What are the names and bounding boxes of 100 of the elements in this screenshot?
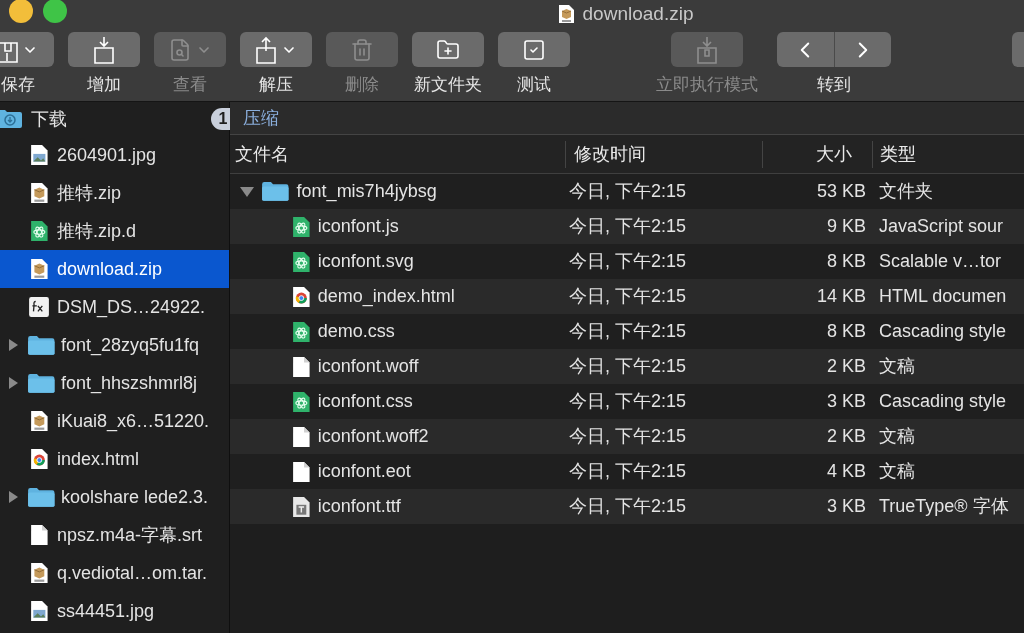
atom-file-icon: [292, 250, 311, 273]
size-cell-text: 9 KB: [825, 215, 867, 238]
sidebar-item[interactable]: font_hhszshmrl8j: [0, 364, 229, 402]
back-button[interactable]: [777, 32, 835, 67]
sidebar-item[interactable]: index.html: [0, 440, 229, 478]
atom-file-icon: [292, 390, 311, 413]
table-row[interactable]: iconfont.js 今日, 下午2:15 9 KB JavaScript sour: [230, 209, 1024, 244]
forward-button[interactable]: [834, 32, 891, 67]
table-row[interactable]: demo_index.html 今日, 下午2:15 14 KB HTML documen: [230, 279, 1024, 314]
trash-icon: [350, 37, 374, 62]
type-cell-text: 文件夹: [878, 180, 934, 203]
toolbar-button[interactable]: [68, 32, 140, 67]
sidebar-item[interactable]: 推特.zip.d: [0, 212, 229, 250]
folder-icon: [26, 486, 56, 508]
file-name: q.vediotal…om.tar.: [57, 561, 208, 585]
archive-file-icon: [29, 562, 49, 584]
file-name: iconfont.ttf: [317, 495, 401, 518]
file-name: download.zip: [57, 257, 163, 281]
new-folder-icon: [436, 37, 460, 62]
size-cell-text: 3 KB: [825, 495, 867, 518]
table-row[interactable]: iconfont.ttf 今日, 下午2:15 3 KB TrueType® 字体: [230, 489, 1024, 524]
box-in-icon: [696, 35, 718, 64]
sidebar-item[interactable]: q.vediotal…om.tar.: [0, 554, 229, 592]
sidebar-item[interactable]: koolshare lede2.3.: [0, 478, 229, 516]
file-name: iconfont.woff2: [317, 425, 429, 448]
type-cell-text: JavaScript sour: [878, 215, 1005, 238]
toolbar-label: 测试: [517, 74, 551, 96]
modified-cell-text: 今日, 下午2:15: [568, 460, 688, 483]
disclosure-triangle-icon[interactable]: [7, 490, 19, 504]
sidebar-item[interactable]: npsz.m4a-字幕.srt: [0, 516, 229, 554]
type-cell-text: Cascading style: [878, 320, 1008, 343]
size-cell-text: 4 KB: [825, 460, 867, 483]
sidebar-item[interactable]: download.zip: [0, 250, 229, 288]
blank-file-icon: [292, 425, 311, 448]
sidebar-item[interactable]: font_28zyq5fu1fq: [0, 326, 229, 364]
table-row[interactable]: iconfont.woff 今日, 下午2:15 2 KB 文稿: [230, 349, 1024, 384]
size-cell-text: 8 KB: [825, 250, 867, 273]
sidebar-item[interactable]: ss44451.jpg: [0, 592, 229, 630]
file-name: iconfont.eot: [317, 460, 411, 483]
disclosure-triangle-icon[interactable]: [240, 185, 254, 198]
file-name: DSM_DS…24922.: [57, 295, 206, 320]
atom-file-icon: [292, 215, 311, 238]
sidebar-item[interactable]: 推特.zip: [0, 174, 229, 212]
column-header[interactable]: 修改时间: [565, 140, 762, 168]
file-name: iKuai8_x6…51220.: [57, 409, 210, 434]
sidebar-root-label[interactable]: 下载: [31, 105, 67, 133]
file-name: iconfont.svg: [317, 250, 414, 273]
file-name: 推特.zip: [57, 181, 121, 205]
toolbar-label: 查看: [173, 74, 207, 96]
type-cell-text: 文稿: [878, 425, 916, 448]
path-crumb[interactable]: 压缩: [243, 104, 279, 132]
sidebar-item[interactable]: DSM_DS…24922.: [0, 288, 229, 326]
column-header[interactable]: 类型: [872, 140, 1024, 168]
toolbar-button[interactable]: [412, 32, 484, 67]
window-title: download.zip: [582, 1, 694, 26]
box-out-icon: [255, 35, 277, 64]
zoom-light[interactable]: [43, 0, 67, 23]
toolbar-label: 转到: [817, 74, 851, 96]
size-cell-text: 3 KB: [825, 390, 867, 413]
sidebar-item[interactable]: iKuai8_x6…51220.: [0, 402, 229, 440]
file-name: ss44451.jpg: [57, 599, 155, 623]
toolbar-label: 新文件夹: [414, 74, 482, 96]
modified-cell-text: 今日, 下午2:15: [568, 425, 688, 448]
disclosure-triangle-icon[interactable]: [7, 376, 19, 390]
archive-file-icon: [557, 4, 575, 24]
modified-cell-text: 今日, 下午2:15: [568, 180, 688, 203]
toolbar-button[interactable]: [498, 32, 570, 67]
modified-cell-text: 今日, 下午2:15: [568, 390, 688, 413]
type-cell-text: TrueType® 字体: [878, 495, 1010, 518]
toolbar-button[interactable]: [0, 32, 54, 67]
file-name: iconfont.css: [317, 390, 413, 413]
column-header[interactable]: 文件名: [230, 140, 565, 168]
file-name: 推特.zip.d: [57, 219, 137, 243]
type-cell-text: 文稿: [878, 355, 916, 378]
image-file-icon: [29, 144, 49, 166]
formula-file-icon: [28, 296, 50, 318]
toolbar-label: 保存: [1, 74, 35, 96]
minimize-light[interactable]: [9, 0, 33, 23]
toolbar-label: 删除: [345, 74, 379, 96]
modified-cell-text: 今日, 下午2:15: [568, 250, 688, 273]
type-cell-text: Scalable v…tor: [878, 250, 1003, 273]
toolbar-label: 解压: [259, 74, 293, 96]
browser-file-icon: [29, 448, 49, 470]
modified-cell-text: 今日, 下午2:15: [568, 495, 688, 518]
file-name: npsz.m4a-字幕.srt: [57, 523, 203, 547]
folder-icon: [26, 334, 56, 356]
table-row[interactable]: iconfont.woff2 今日, 下午2:15 2 KB 文稿: [230, 419, 1024, 454]
file-name: demo.css: [317, 320, 395, 343]
modified-cell-text: 今日, 下午2:15: [568, 320, 688, 343]
archive-file-icon: [29, 182, 49, 204]
sidebar-item[interactable]: 2604901.jpg: [0, 136, 229, 174]
font-file-icon: [292, 495, 311, 518]
size-cell-text: 2 KB: [825, 355, 867, 378]
file-name: font_28zyq5fu1fq: [61, 333, 200, 358]
column-header[interactable]: 大小: [762, 140, 872, 168]
toolbar-button[interactable]: [240, 32, 312, 67]
archive-file-icon: [29, 410, 49, 432]
disclosure-triangle-icon[interactable]: [7, 338, 19, 352]
blank-file-icon: [292, 355, 311, 378]
browser-file-icon: [292, 285, 311, 308]
